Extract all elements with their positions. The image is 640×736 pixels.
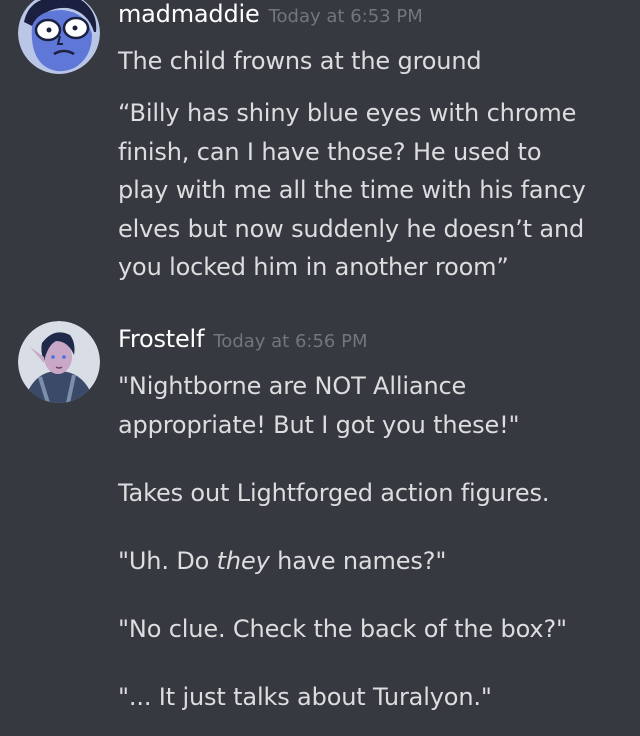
message-text: "Nightborne are NOT Alliance [118,372,467,400]
username[interactable]: Frostelf [118,325,204,353]
message-header: Frostelf Today at 6:56 PM [118,325,368,353]
timestamp[interactable]: Today at 6:56 PM [213,331,367,352]
message-text: The child frowns at the ground [118,47,482,75]
message-text: “Billy has shiny blue eyes with chrome [118,99,577,127]
message-text: appropriate! But I got you these!" [118,410,520,439]
username[interactable]: madmaddie [118,0,260,28]
avatar-madmaddie[interactable] [18,0,100,74]
message-text: "... It just talks about Turalyon." [118,683,492,711]
message-text: finish, can I have those? He used to [118,137,542,166]
message-text: elves but now suddenly he doesn’t and [118,214,585,243]
avatar-elf-portrait-icon [18,321,100,403]
avatar-frostelf[interactable] [18,321,100,403]
avatar-blue-face-icon [18,0,100,74]
message-header: madmaddie Today at 6:53 PM [118,0,423,28]
text-segment: have names?" [269,547,447,575]
message-text: you locked him in another room” [118,253,509,281]
message-text: "No clue. Check the back of the box?" [118,615,567,643]
text-segment: "Uh. Do [118,547,217,575]
message-text: play with me all the time with his fancy [118,176,586,204]
emphasis-text: they [216,547,270,575]
message-text: Takes out Lightforged action figures. [118,479,550,507]
message-text-emphasis: "Uh. Do they have names?" [118,542,628,581]
timestamp[interactable]: Today at 6:53 PM [269,6,423,27]
